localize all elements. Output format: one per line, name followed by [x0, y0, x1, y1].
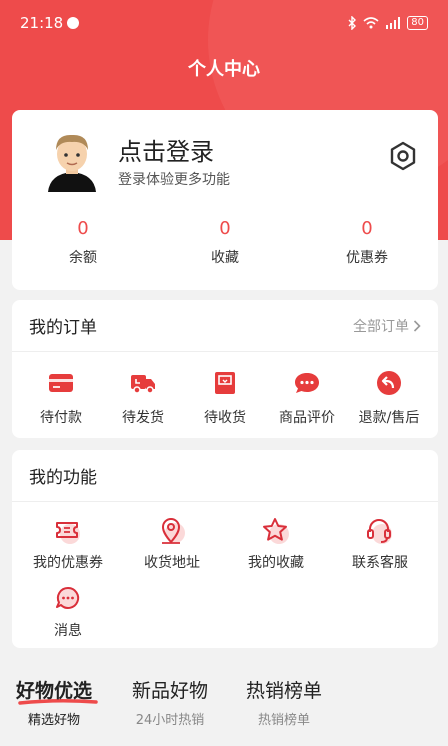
order-pending-payment[interactable]: 待付款: [20, 369, 102, 427]
order-label: 待发货: [122, 410, 164, 426]
stat-label: 优惠券: [346, 250, 388, 266]
chevron-right-icon: [413, 319, 421, 332]
bluetooth-icon: [348, 16, 357, 30]
login-title[interactable]: 点击登录: [118, 132, 214, 167]
tab-new-goods[interactable]: 新品好物 24小时热销: [132, 676, 208, 728]
chat-notification-icon: [67, 17, 80, 29]
stat-value: 0: [219, 218, 231, 239]
tab-subtitle: 24小时热销: [135, 713, 205, 728]
box-icon: [215, 372, 235, 394]
tab-selected-goods[interactable]: 好物优选 精选好物: [16, 676, 98, 728]
order-pending-shipment[interactable]: 待发货: [102, 369, 184, 427]
order-label: 商品评价: [279, 410, 335, 426]
stat-value: 0: [77, 218, 89, 239]
wifi-icon: [363, 17, 379, 29]
stat-label: 余额: [69, 250, 97, 266]
function-label: 联系客服: [352, 555, 408, 571]
orders-header: 我的订单 全部订单: [12, 300, 438, 352]
order-pending-receipt[interactable]: 待收货: [184, 369, 266, 427]
function-favorites[interactable]: 我的收藏: [224, 516, 328, 572]
function-coupons[interactable]: 我的优惠券: [16, 516, 120, 572]
signal-icon: [386, 17, 401, 29]
function-messages[interactable]: 消息: [16, 584, 120, 640]
star-icon: [263, 518, 289, 544]
status-bar: 21:18 80: [0, 0, 448, 46]
functions-grid: 我的优惠券 收货地址 我的收藏 联系客服 消息: [12, 516, 438, 652]
avatar[interactable]: [40, 128, 104, 192]
all-orders-link[interactable]: 全部订单: [353, 316, 421, 336]
page-title: 个人中心: [188, 59, 260, 80]
all-orders-label: 全部订单: [353, 318, 409, 335]
order-label: 待付款: [40, 410, 82, 426]
ticket-icon: [56, 522, 80, 544]
function-label: 我的优惠券: [33, 555, 103, 571]
location-icon: [161, 518, 185, 544]
tab-subtitle: 热销榜单: [258, 713, 311, 728]
return-icon: [377, 371, 401, 395]
order-status-row: 待付款 待发货 待收货 商品评价 退款/售后: [12, 369, 438, 427]
order-label: 退款/售后: [358, 410, 420, 426]
orders-card: 我的订单 全部订单 待付款 待发货 待收货 商品评价 退款/售后: [12, 300, 438, 438]
order-refund[interactable]: 退款/售后: [348, 369, 430, 427]
tab-subtitle: 精选好物: [28, 713, 81, 728]
stat-value: 0: [361, 218, 373, 239]
functions-header: 我的功能: [12, 450, 438, 502]
tab-title: 新品好物: [132, 680, 209, 702]
settings-icon[interactable]: [388, 141, 418, 171]
functions-card: 我的功能 我的优惠券 收货地址 我的收藏 联系客服 消息: [12, 450, 438, 648]
login-subtitle: 登录体验更多功能: [118, 172, 230, 188]
message-icon: [56, 586, 80, 609]
order-label: 待收货: [204, 410, 246, 426]
status-icons: 80: [347, 16, 428, 30]
tab-hot-sales[interactable]: 热销榜单 热销榜单: [246, 676, 322, 728]
order-review[interactable]: 商品评价: [266, 369, 348, 427]
function-label: 收货地址: [144, 555, 200, 571]
function-label: 消息: [54, 623, 82, 639]
tab-title: 热销榜单: [246, 680, 323, 702]
profile-card: 点击登录 登录体验更多功能 0 余额 0 收藏 0 优惠券: [12, 110, 438, 290]
function-label: 我的收藏: [248, 555, 304, 571]
truck-icon: [131, 375, 155, 394]
clock-text: 21:18: [20, 14, 64, 32]
battery-icon: 80: [407, 16, 428, 30]
stat-balance[interactable]: 0 余额: [12, 218, 154, 267]
orders-title: 我的订单: [29, 318, 97, 338]
function-address[interactable]: 收货地址: [120, 516, 224, 572]
functions-title: 我的功能: [29, 468, 97, 488]
tab-title: 好物优选: [16, 680, 93, 702]
product-tabs: 好物优选 精选好物 新品好物 24小时热销 热销榜单 热销榜单: [0, 676, 448, 746]
comment-icon: [295, 373, 319, 393]
card-icon: [49, 374, 73, 392]
headset-icon: [367, 519, 392, 544]
function-customer-service[interactable]: 联系客服: [328, 516, 432, 572]
stat-coupons[interactable]: 0 优惠券: [296, 218, 438, 267]
profile-stats: 0 余额 0 收藏 0 优惠券: [12, 218, 438, 267]
stat-favorites[interactable]: 0 收藏: [154, 218, 296, 267]
status-time: 21:18: [20, 14, 80, 32]
stat-label: 收藏: [211, 250, 239, 266]
